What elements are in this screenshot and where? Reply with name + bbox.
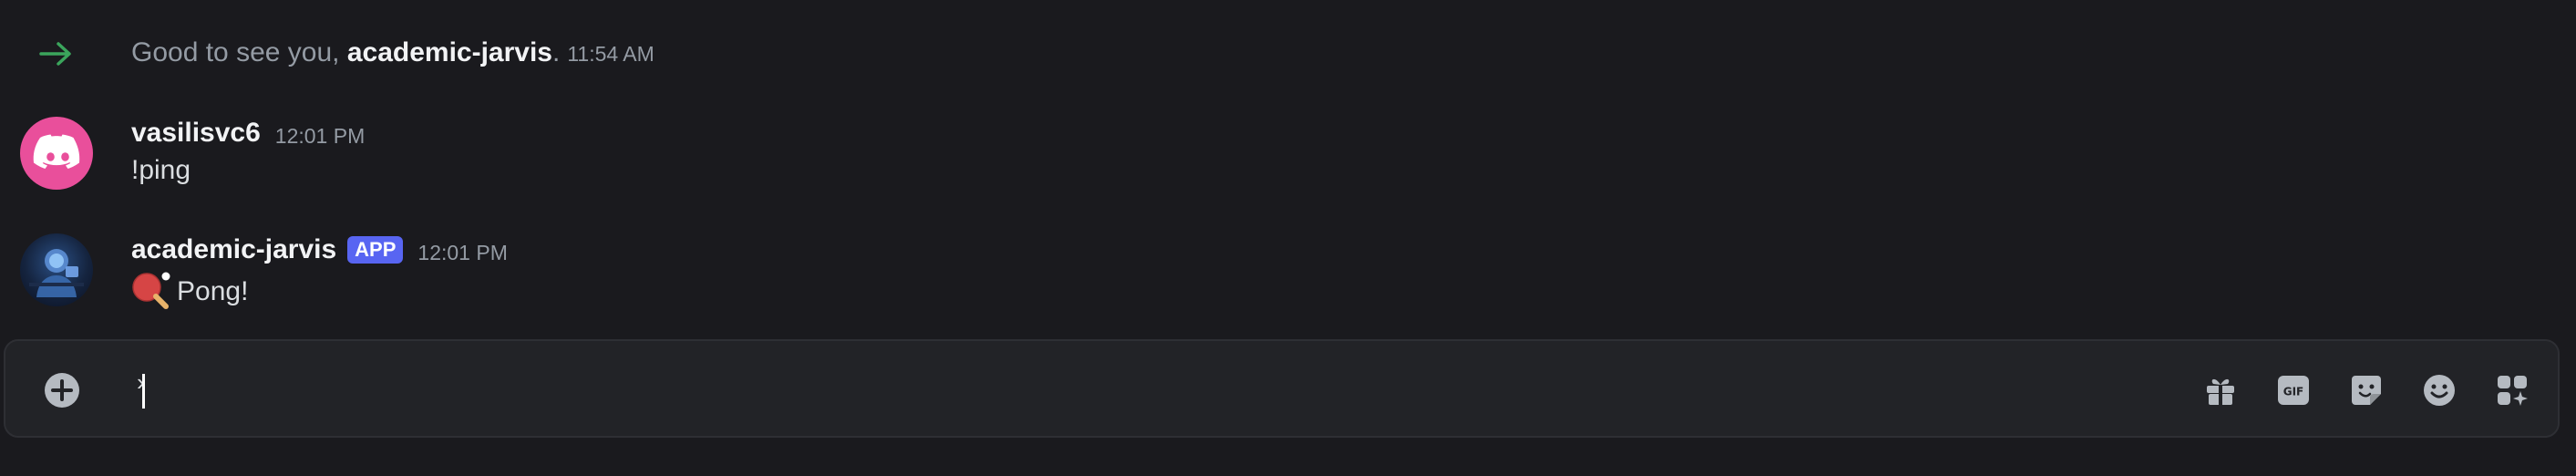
message-username[interactable]: academic-jarvis xyxy=(131,234,336,265)
system-welcome-text: Good to see you, academic-jarvis. 11:54 A… xyxy=(131,35,654,72)
gift-icon[interactable] xyxy=(2202,372,2239,409)
gif-icon[interactable]: GIF xyxy=(2275,372,2312,409)
message-text: Pong! xyxy=(177,276,249,306)
welcome-prefix: Good to see you, xyxy=(131,37,347,67)
apps-icon[interactable] xyxy=(2494,372,2530,409)
sticker-icon[interactable] xyxy=(2348,372,2385,409)
welcome-suffix: . xyxy=(551,37,561,67)
message-item: academic-jarvis APP 12:01 PM Pong! xyxy=(0,230,2576,317)
avatar[interactable] xyxy=(20,233,93,306)
message-username[interactable]: vasilisvc6 xyxy=(131,118,261,149)
message-composer: › GIF xyxy=(4,339,2560,438)
previous-message-fragment: ' xyxy=(1212,0,1285,8)
message-timestamp: 12:01 PM xyxy=(417,240,508,264)
arrow-right-icon xyxy=(39,42,71,66)
message-content: Pong! xyxy=(131,272,248,312)
chat-view: ' Good to see you, academic-jarvis.11:54… xyxy=(0,0,2576,476)
plus-circle-icon[interactable] xyxy=(44,372,80,409)
welcome-username[interactable]: academic-jarvis xyxy=(347,37,552,67)
message-timestamp: 12:01 PM xyxy=(274,123,366,148)
gif-label: GIF xyxy=(2283,386,2304,398)
message-item: vasilisvc6 12:01 PM !ping xyxy=(0,113,2576,201)
ping-pong-paddle-icon xyxy=(132,272,170,309)
message-input[interactable] xyxy=(133,363,2142,418)
bot-avatar-icon xyxy=(29,249,84,297)
discord-logo-icon xyxy=(33,134,80,169)
text-caret xyxy=(142,374,145,409)
system-welcome-message: Good to see you, academic-jarvis. 11:54 A… xyxy=(0,27,2576,78)
message-header: academic-jarvis APP 12:01 PM xyxy=(131,230,508,270)
smiley-icon[interactable] xyxy=(2421,372,2458,409)
message-header: vasilisvc6 12:01 PM xyxy=(131,113,365,153)
welcome-timestamp: 11:54 AM xyxy=(567,42,654,66)
app-badge: APP xyxy=(347,236,404,264)
message-text: !ping xyxy=(131,155,191,185)
avatar[interactable] xyxy=(20,117,93,190)
message-content: !ping xyxy=(131,155,191,186)
